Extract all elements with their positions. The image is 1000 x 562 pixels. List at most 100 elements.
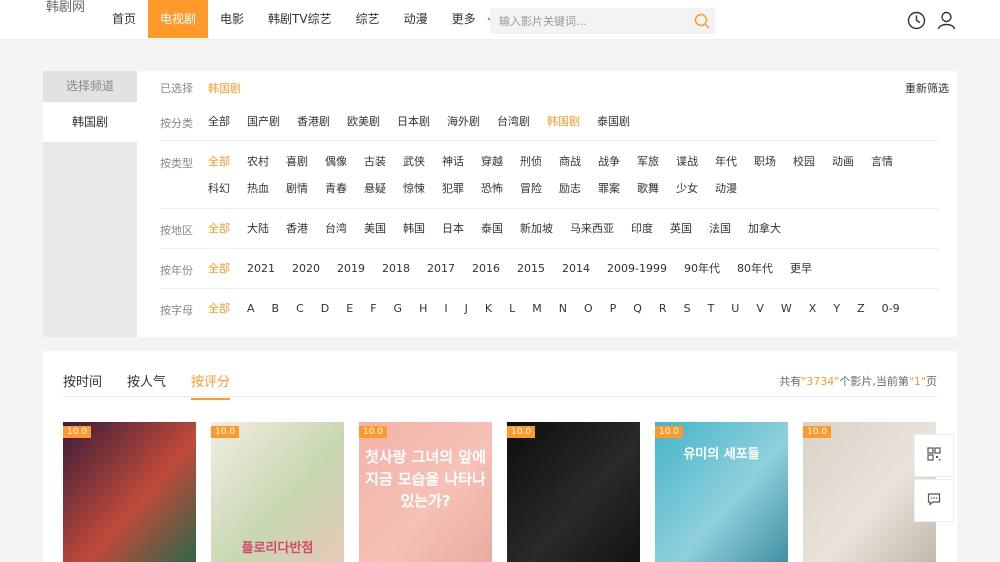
letter-option[interactable]: W (781, 302, 792, 329)
poster-card[interactable]: 10.0 플로리다반점 (211, 422, 344, 562)
region-option[interactable]: 印度 (631, 222, 653, 249)
type-option[interactable]: 少女 (676, 182, 698, 209)
type-option[interactable]: 商战 (559, 155, 581, 182)
category-option[interactable]: 韩国剧 (547, 115, 580, 142)
type-option[interactable]: 青春 (325, 182, 347, 209)
feedback-button[interactable] (914, 479, 954, 522)
user-icon[interactable] (937, 11, 956, 33)
year-option[interactable]: 2016 (472, 262, 500, 289)
type-option[interactable]: 职场 (754, 155, 776, 182)
letter-option[interactable]: I (444, 302, 447, 329)
type-option[interactable]: 喜剧 (286, 155, 308, 182)
category-option[interactable]: 香港剧 (297, 115, 330, 142)
category-option[interactable]: 欧美剧 (347, 115, 380, 142)
region-option[interactable]: 大陆 (247, 222, 269, 249)
region-option[interactable]: 法国 (709, 222, 731, 249)
region-option[interactable]: 马来西亚 (570, 222, 614, 249)
letter-option[interactable]: G (394, 302, 403, 329)
category-option[interactable]: 泰国剧 (597, 115, 630, 142)
type-option[interactable]: 战争 (598, 155, 620, 182)
letter-option[interactable]: J (465, 302, 468, 329)
poster-card[interactable]: 10.0 (63, 422, 196, 562)
nav-item-movie[interactable]: 电影 (208, 0, 256, 38)
nav-item-anime[interactable]: 动漫 (392, 0, 440, 38)
type-option[interactable]: 惊悚 (403, 182, 425, 209)
type-option[interactable]: 恐怖 (481, 182, 503, 209)
category-option[interactable]: 台湾剧 (497, 115, 530, 142)
letter-option[interactable]: H (419, 302, 427, 329)
letter-option[interactable]: E (346, 302, 353, 329)
year-option[interactable]: 2021 (247, 262, 275, 289)
year-option[interactable]: 90年代 (684, 262, 720, 289)
type-option[interactable]: 全部 (208, 155, 230, 182)
nav-item-variety[interactable]: 综艺 (344, 0, 392, 38)
qr-code-button[interactable] (914, 434, 954, 477)
region-option[interactable]: 全部 (208, 222, 230, 249)
letter-option[interactable]: L (509, 302, 515, 329)
type-option[interactable]: 悬疑 (364, 182, 386, 209)
search-input[interactable] (490, 8, 680, 34)
nav-item-variety-tv[interactable]: 韩剧TV综艺 (256, 0, 344, 38)
region-option[interactable]: 新加坡 (520, 222, 553, 249)
region-option[interactable]: 台湾 (325, 222, 347, 249)
region-option[interactable]: 香港 (286, 222, 308, 249)
year-option[interactable]: 2014 (562, 262, 590, 289)
letter-option[interactable]: A (247, 302, 255, 329)
letter-option[interactable]: B (272, 302, 280, 329)
type-option[interactable]: 歌舞 (637, 182, 659, 209)
category-option[interactable]: 海外剧 (447, 115, 480, 142)
region-option[interactable]: 加拿大 (748, 222, 781, 249)
letter-option[interactable]: R (659, 302, 667, 329)
letter-option[interactable]: T (708, 302, 715, 329)
letter-option[interactable]: D (321, 302, 329, 329)
type-option[interactable]: 年代 (715, 155, 737, 182)
letter-option[interactable]: O (584, 302, 593, 329)
nav-item-tv[interactable]: 电视剧 (148, 0, 209, 38)
nav-item-home[interactable]: 首页 (100, 0, 148, 38)
year-option[interactable]: 80年代 (737, 262, 773, 289)
letter-option[interactable]: V (756, 302, 764, 329)
category-option[interactable]: 日本剧 (397, 115, 430, 142)
type-option[interactable]: 犯罪 (442, 182, 464, 209)
selected-value[interactable]: 韩国剧 (208, 80, 241, 96)
year-option[interactable]: 2017 (427, 262, 455, 289)
letter-option[interactable]: K (485, 302, 492, 329)
letter-option[interactable]: U (731, 302, 739, 329)
year-option[interactable]: 2015 (517, 262, 545, 289)
type-option[interactable]: 偶像 (325, 155, 347, 182)
type-option[interactable]: 农村 (247, 155, 269, 182)
letter-option[interactable]: N (559, 302, 567, 329)
year-option[interactable]: 2019 (337, 262, 365, 289)
year-option[interactable]: 2018 (382, 262, 410, 289)
poster-card[interactable]: 10.0 (507, 422, 640, 562)
type-option[interactable]: 动漫 (715, 182, 737, 209)
type-option[interactable]: 军旅 (637, 155, 659, 182)
search-icon[interactable] (694, 13, 710, 32)
type-option[interactable]: 热血 (247, 182, 269, 209)
region-option[interactable]: 英国 (670, 222, 692, 249)
type-option[interactable]: 古装 (364, 155, 386, 182)
site-logo[interactable]: 韩剧网 (46, 0, 85, 16)
letter-option[interactable]: F (370, 302, 376, 329)
type-option[interactable]: 罪案 (598, 182, 620, 209)
category-option[interactable]: 全部 (208, 115, 230, 142)
year-option[interactable]: 2009-1999 (607, 262, 667, 289)
year-option[interactable]: 全部 (208, 262, 230, 289)
letter-option[interactable]: Z (857, 302, 865, 329)
type-option[interactable]: 谍战 (676, 155, 698, 182)
type-option[interactable]: 武侠 (403, 155, 425, 182)
type-option[interactable]: 冒险 (520, 182, 542, 209)
type-option[interactable]: 剧情 (286, 182, 308, 209)
letter-option[interactable]: S (684, 302, 691, 329)
type-option[interactable]: 刑侦 (520, 155, 542, 182)
poster-card[interactable]: 10.0 유미의 세포들 (655, 422, 788, 562)
year-option[interactable]: 更早 (790, 262, 812, 289)
poster-card[interactable]: 10.0 첫사랑 그녀의 앞에 지금 모습을 나타나있는가? (359, 422, 492, 562)
category-option[interactable]: 国产剧 (247, 115, 280, 142)
letter-option[interactable]: X (809, 302, 817, 329)
region-option[interactable]: 美国 (364, 222, 386, 249)
type-option[interactable]: 穿越 (481, 155, 503, 182)
letter-option[interactable]: P (610, 302, 617, 329)
reset-filter-button[interactable]: 重新筛选 (905, 80, 949, 96)
type-option[interactable]: 科幻 (208, 182, 230, 209)
